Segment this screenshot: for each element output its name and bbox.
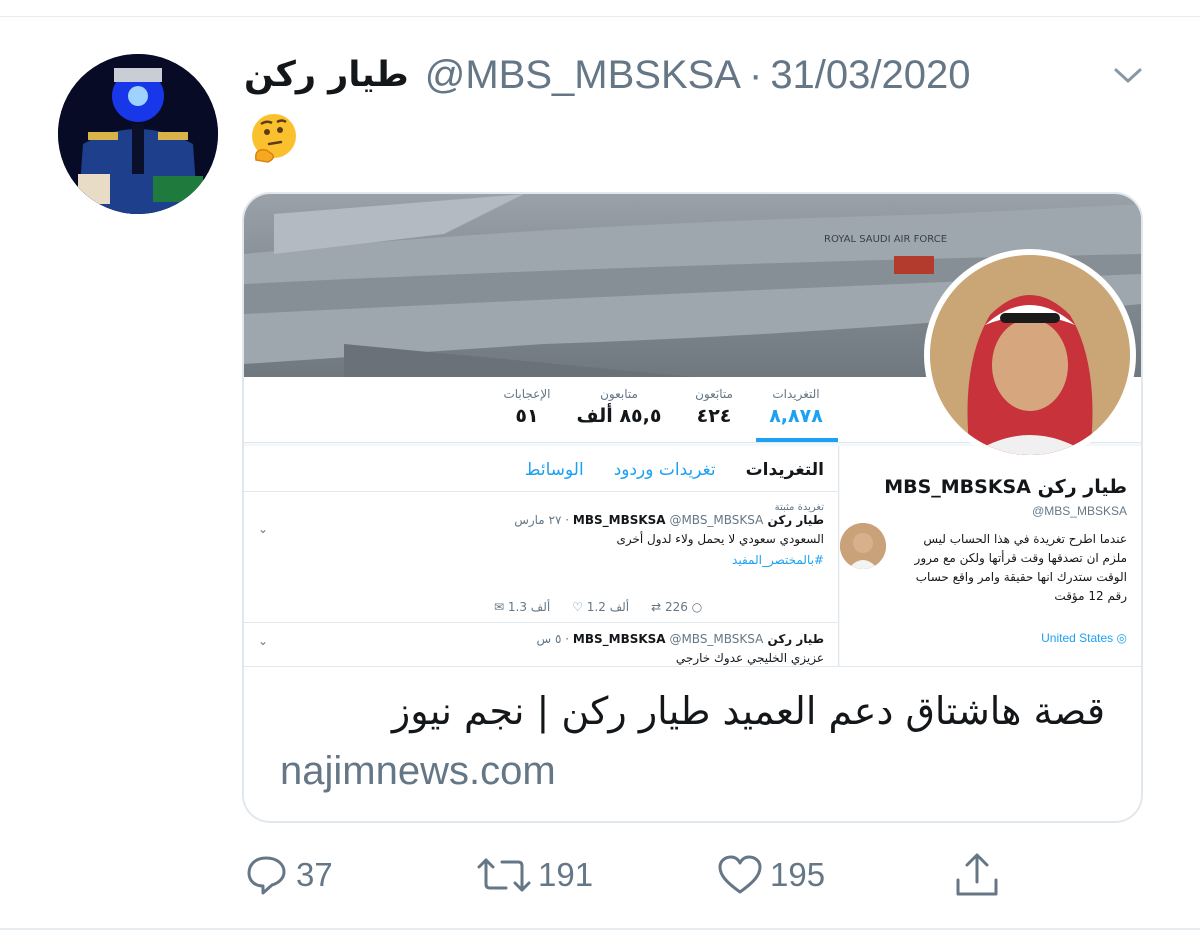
card-footer: قصة هاشتاق دعم العميد طيار ركن | نجم نيو… (244, 666, 1141, 821)
banner-text: ROYAL SAUDI AIR FORCE (824, 234, 947, 245)
preview-tweet-1: تغريدة مثبتة طيار ركن MBS_MBSKSA @MBS_MB… (264, 502, 824, 569)
stat-label: الإعجابات (503, 387, 551, 401)
tweet-actions: 37 191 195 (240, 846, 1020, 906)
preview-tweet-handle: @MBS_MBSKSA (669, 632, 764, 646)
stat-following: متابَعون ٤٢٤ (669, 387, 759, 427)
preview-tweet-actions: ✉ 1.3 ألف ♡ 1.2 ألف ⇄ 226 ○ (494, 600, 702, 614)
preview-profile-bio: عندما اطرح تغريدة في هذا الحساب ليس ملزم… (914, 532, 1127, 603)
tab-tweets: التغريدات (745, 460, 824, 480)
preview-tweet-date: ٢٧ مارس (514, 513, 562, 527)
tab-media: الوسائط (524, 460, 584, 480)
thinking-face-emoji (252, 114, 296, 163)
like-count: 195 (770, 856, 826, 893)
tweet-date[interactable]: 31/03/2020 (770, 53, 970, 98)
stat-value: ٨٥,٥ ألف (576, 405, 662, 427)
bottom-divider (0, 928, 1200, 930)
stat-label: متابعون (600, 387, 638, 401)
preview-tweet-hashtag: #بالمختصر_المفيد (732, 553, 824, 567)
author-name[interactable]: طيار ركن (244, 55, 409, 95)
preview-tweet-handle: @MBS_MBSKSA (669, 513, 764, 527)
share-icon (956, 853, 998, 896)
card-preview-image: ROYAL SAUDI AIR FORCE التغريدات ٨,٨٧٨ مت… (244, 194, 1141, 666)
preview-tweet-text: السعودي سعودي لا يحمل ولاء لدول أخرى (616, 532, 824, 546)
author-avatar[interactable] (58, 54, 218, 214)
stat-label: متابَعون (695, 387, 733, 401)
share-button[interactable] (952, 850, 1008, 900)
tweet-header: طيار ركن @MBS_MBSKSA · 31/03/2020 (244, 50, 1144, 100)
preview-profile-avatar (924, 249, 1136, 461)
pinned-label: تغريدة مثبتة (774, 502, 824, 513)
retweet-icon (477, 858, 531, 892)
preview-tweet-divider (244, 622, 839, 623)
top-divider (0, 16, 1200, 17)
heart-icon (718, 855, 762, 894)
preview-tweet-meta: طيار ركن MBS_MBSKSA @MBS_MBSKSA · ٢٧ مار… (514, 513, 824, 527)
preview-likes: ✉ 1.3 ألف (494, 600, 551, 614)
reply-count: 37 (296, 856, 333, 893)
preview-chevron-icon: ⌄ (258, 522, 269, 536)
stat-active-underline (756, 438, 838, 442)
preview-profile-handle: @MBS_MBSKSA (1032, 504, 1127, 518)
preview-timeline: التغريدات تغريدات وردود الوسائط تغريدة م… (244, 446, 839, 666)
location-text: United States (1041, 631, 1114, 645)
stat-followers: متابعون ٨٥,٥ ألف (574, 387, 664, 427)
preview-tweet-text: عزيزي الخليجي عدوك خارجي (675, 651, 824, 665)
stat-likes: الإعجابات ٥١ (482, 387, 572, 427)
preview-mini-avatar (840, 523, 886, 569)
like-button[interactable]: 195 (716, 852, 825, 898)
tab-tweets-replies: تغريدات وردود (613, 460, 716, 480)
preview-tweet-date: ٥ س (536, 632, 562, 646)
link-card[interactable]: ROYAL SAUDI AIR FORCE التغريدات ٨,٨٧٨ مت… (242, 192, 1143, 823)
card-domain: najimnews.com (280, 749, 556, 793)
timeline-divider (244, 491, 839, 492)
reply-icon (247, 856, 286, 895)
avatar-image (58, 54, 218, 214)
separator-dot: · (748, 52, 763, 97)
stat-tweets: التغريدات ٨,٨٧٨ (751, 387, 841, 427)
reply-button[interactable]: 37 (244, 852, 333, 898)
stat-value: ٥١ (515, 405, 539, 427)
preview-replies: ⇄ 226 ○ (651, 600, 703, 614)
preview-retweets: ♡ 1.2 ألف (572, 600, 630, 614)
card-title: قصة هاشتاق دعم العميد طيار ركن | نجم نيو… (391, 689, 1105, 733)
preview-chevron-icon: ⌄ (258, 634, 269, 648)
preview-tweet-2: طيار ركن MBS_MBSKSA @MBS_MBSKSA · ٥ س عز… (264, 632, 824, 666)
stat-value: ٨,٨٧٨ (769, 405, 823, 427)
timeline-tabs: التغريدات تغريدات وردود الوسائط (495, 460, 824, 480)
preview-profile-name: طيار ركن MBS_MBSKSA (884, 476, 1127, 498)
retweet-count: 191 (538, 856, 594, 893)
preview-profile-card: طيار ركن MBS_MBSKSA @MBS_MBSKSA عندما اط… (840, 446, 1141, 666)
preview-profile-location: United States ◎ (1041, 631, 1127, 645)
author-handle[interactable]: @MBS_MBSKSA (425, 53, 741, 98)
stat-label: التغريدات (772, 387, 820, 401)
stat-value: ٤٢٤ (696, 405, 732, 427)
retweet-button[interactable]: 191 (476, 852, 593, 898)
preview-tweet-meta: طيار ركن MBS_MBSKSA @MBS_MBSKSA · ٥ س (536, 632, 824, 646)
chevron-down-icon[interactable] (1110, 60, 1146, 90)
